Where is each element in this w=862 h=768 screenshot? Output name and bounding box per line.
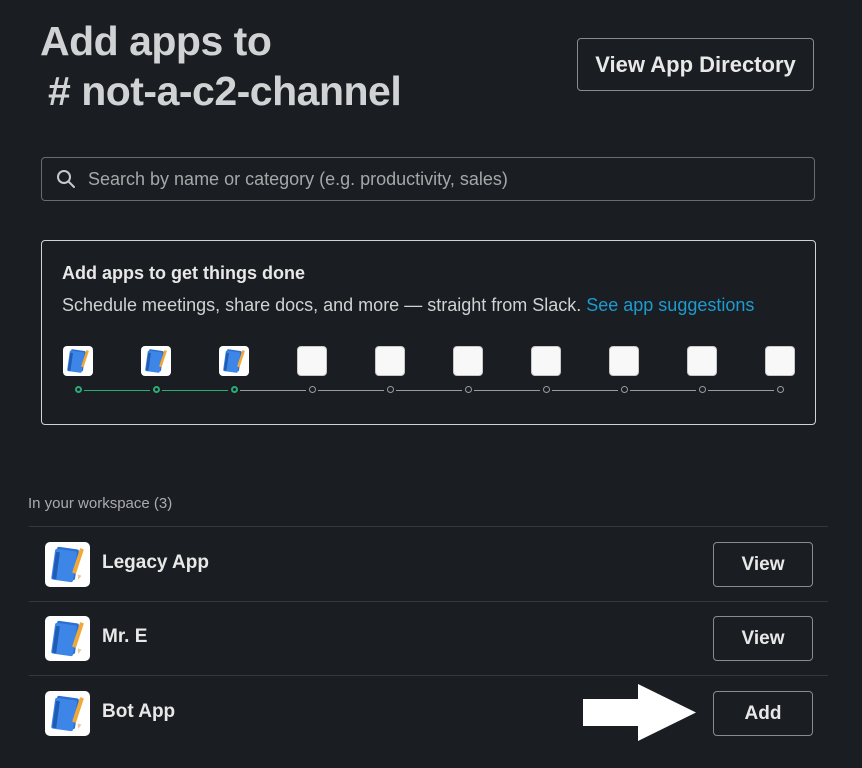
app-name: Bot App bbox=[102, 701, 176, 722]
page-title-line1: Add apps to bbox=[40, 18, 272, 64]
search-box[interactable] bbox=[41, 157, 815, 201]
progress-segment bbox=[396, 390, 462, 391]
empty-app-slot bbox=[609, 346, 639, 376]
progress-segment bbox=[162, 390, 228, 391]
progress-dot-pending bbox=[698, 386, 706, 393]
added-app-slot bbox=[141, 346, 171, 376]
view-mr-e-button[interactable]: View bbox=[713, 616, 813, 661]
progress-dot-pending bbox=[464, 386, 472, 393]
progress-segment bbox=[240, 390, 306, 391]
workspace-section-label: In your workspace (3) bbox=[28, 495, 173, 512]
progress-dot-complete bbox=[74, 386, 82, 393]
empty-app-slot bbox=[687, 346, 717, 376]
notebook-pencil-icon bbox=[45, 542, 90, 587]
suggestions-card: Add apps to get things done Schedule mee… bbox=[41, 240, 816, 425]
empty-app-slot bbox=[297, 346, 327, 376]
search-icon bbox=[56, 169, 76, 189]
arrow-right-icon bbox=[583, 684, 696, 741]
progress-dot-complete bbox=[230, 386, 238, 393]
empty-app-slot bbox=[765, 346, 795, 376]
progress-dot-pending bbox=[386, 386, 394, 393]
progress-dot-pending bbox=[542, 386, 550, 393]
search-input[interactable] bbox=[88, 158, 814, 200]
empty-app-slot bbox=[453, 346, 483, 376]
app-name: Legacy App bbox=[102, 552, 209, 573]
page-title: Add apps to # not-a-c2-channel bbox=[40, 16, 402, 116]
app-name: Mr. E bbox=[102, 626, 148, 647]
add-bot-app-button[interactable]: Add bbox=[713, 691, 813, 736]
app-row-legacy-app: Legacy App View bbox=[29, 527, 828, 601]
channel-name: # not-a-c2-channel bbox=[48, 68, 402, 114]
added-app-slot bbox=[219, 346, 249, 376]
added-app-slot bbox=[63, 346, 93, 376]
view-legacy-app-button[interactable]: View bbox=[713, 542, 813, 587]
view-app-directory-button[interactable]: View App Directory bbox=[577, 38, 814, 91]
progress-segment bbox=[630, 390, 696, 391]
progress-dot-pending bbox=[776, 386, 784, 393]
empty-app-slot bbox=[375, 346, 405, 376]
empty-app-slot bbox=[531, 346, 561, 376]
notebook-pencil-icon bbox=[45, 691, 90, 736]
notebook-pencil-icon bbox=[45, 616, 90, 661]
progress-segment bbox=[552, 390, 618, 391]
app-row-mr-e: Mr. E View bbox=[29, 601, 828, 675]
progress-dot-pending bbox=[308, 386, 316, 393]
progress-segment bbox=[474, 390, 540, 391]
progress-segment bbox=[84, 390, 150, 391]
progress-segment bbox=[708, 390, 774, 391]
progress-dot-complete bbox=[152, 386, 160, 393]
app-row-bot-app: Bot App Add bbox=[29, 676, 828, 750]
progress-dot-pending bbox=[620, 386, 628, 393]
app-progress-track bbox=[42, 241, 815, 424]
progress-segment bbox=[318, 390, 384, 391]
